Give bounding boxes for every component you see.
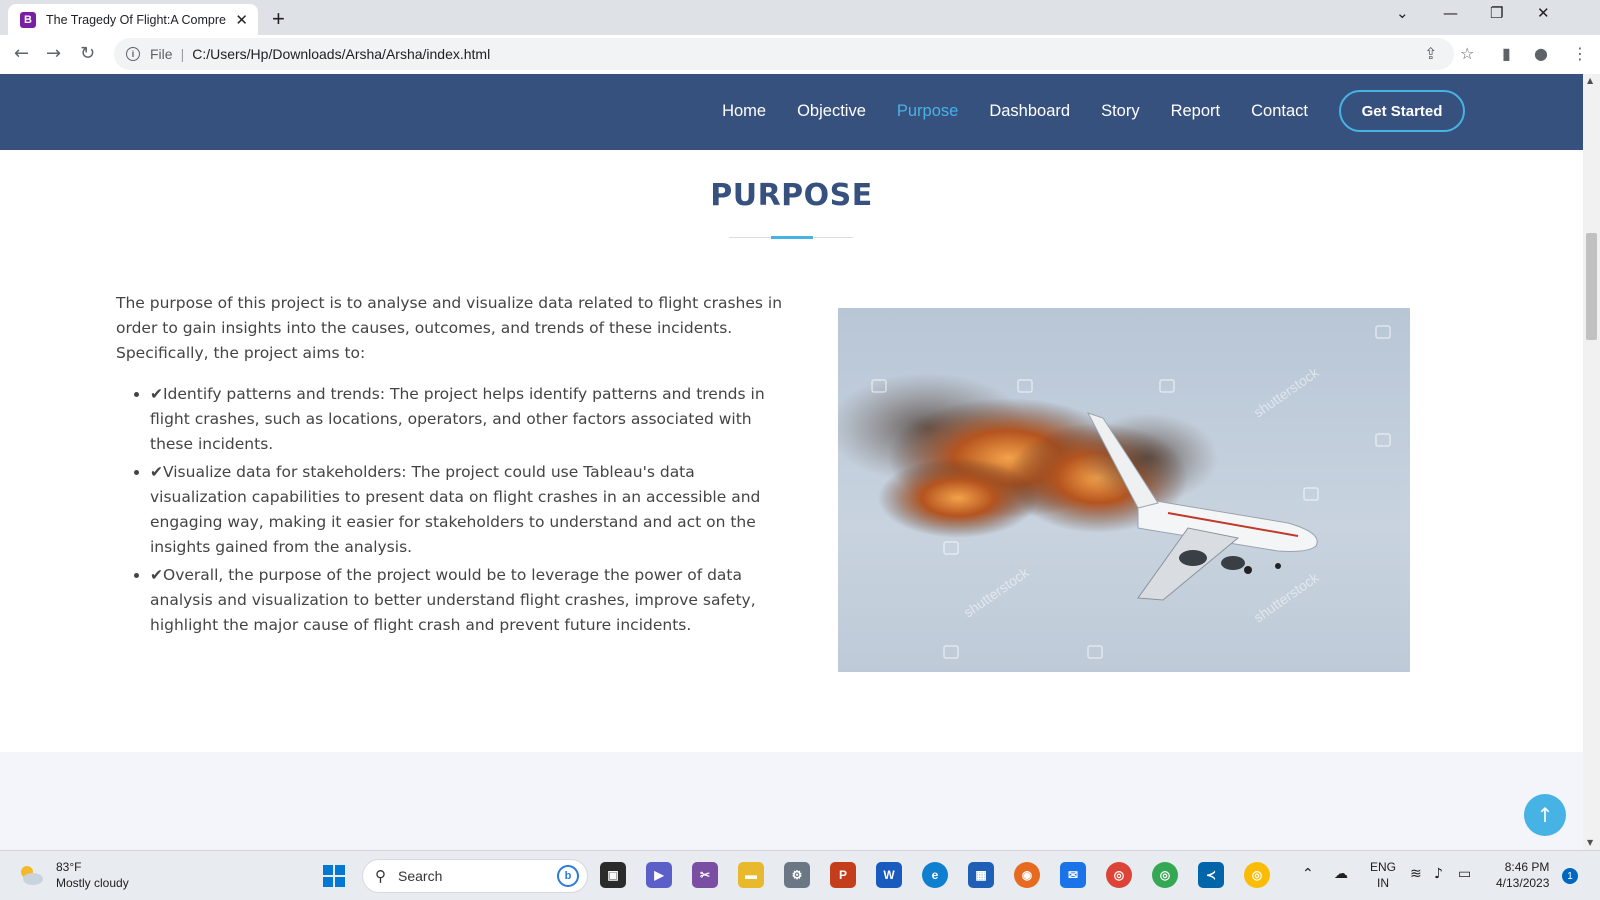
engine-shape: [1221, 556, 1245, 570]
nav-report[interactable]: Report: [1171, 102, 1221, 121]
more-menu-icon[interactable]: ⋮: [1572, 44, 1588, 63]
watermark-text: shutterstock: [961, 563, 1033, 620]
purpose-list-item: ✔Visualize data for stakeholders: The pr…: [150, 460, 786, 560]
section-title: PURPOSE: [710, 178, 873, 213]
powerpoint-icon[interactable]: P: [830, 862, 856, 888]
word-icon[interactable]: W: [876, 862, 902, 888]
back-icon[interactable]: ←: [14, 43, 29, 64]
purpose-list-item: ✔Identify patterns and trends: The proje…: [150, 382, 786, 457]
profile-avatar-icon[interactable]: ●: [1534, 44, 1548, 63]
nav-contact[interactable]: Contact: [1251, 102, 1308, 121]
share-icon[interactable]: ⇪: [1424, 44, 1437, 63]
chrome-icon[interactable]: ◎: [1106, 862, 1132, 888]
purpose-intro: The purpose of this project is to analys…: [116, 294, 783, 362]
teams-chat-icon[interactable]: ▶: [646, 862, 672, 888]
bootstrap-favicon-icon: B: [20, 11, 36, 28]
page-scrollbar[interactable]: ▲ ▼: [1583, 74, 1600, 850]
notification-badge[interactable]: 1: [1562, 868, 1578, 884]
taskbar-clock[interactable]: 8:46 PM 4/13/2023: [1496, 859, 1549, 891]
bookmark-star-icon[interactable]: ☆: [1460, 44, 1474, 63]
nav-dashboard[interactable]: Dashboard: [989, 102, 1070, 121]
url-scheme: File: [150, 46, 173, 62]
watermark-text: shutterstock: [1251, 363, 1323, 420]
vscode-icon[interactable]: ≺: [1198, 862, 1224, 888]
windows-taskbar: 83°F Mostly cloudy ⚲ Search b ▣ ▶ ✂ ▬ ⚙ …: [0, 850, 1600, 900]
nav-home[interactable]: Home: [722, 102, 766, 121]
language-indicator[interactable]: ENG IN: [1370, 859, 1396, 891]
clock-time: 8:46 PM: [1504, 860, 1550, 874]
purpose-list-item: ✔Overall, the purpose of the project wou…: [150, 563, 786, 638]
volume-icon[interactable]: ♪: [1434, 866, 1443, 882]
bing-icon[interactable]: b: [557, 865, 579, 887]
chrome-profile-icon[interactable]: ◎: [1152, 862, 1178, 888]
watermark-text: shutterstock: [1251, 568, 1323, 625]
weather-desc: Mostly cloudy: [56, 876, 129, 890]
url-text[interactable]: C:/Users/Hp/Downloads/Arsha/Arsha/index.…: [192, 46, 490, 62]
scroll-down-icon[interactable]: ▼: [1587, 838, 1593, 847]
tab-title: The Tragedy Of Flight:A Compreh: [46, 12, 226, 27]
battery-icon[interactable]: ▭: [1458, 866, 1471, 882]
onedrive-icon[interactable]: ☁: [1334, 866, 1348, 882]
tab-search-chevron-icon[interactable]: ⌄: [1396, 4, 1409, 22]
mail-icon[interactable]: ✉: [1060, 862, 1086, 888]
purpose-list: ✔Identify patterns and trends: The proje…: [116, 382, 786, 638]
snipping-tool-icon[interactable]: ✂: [692, 862, 718, 888]
burning-airplane-image: shutterstock shutterstock shutterstock: [838, 308, 1410, 672]
reload-icon[interactable]: ↻: [80, 43, 95, 64]
airplane-illustration: shutterstock shutterstock shutterstock: [838, 325, 1391, 659]
new-tab-button[interactable]: +: [272, 6, 285, 32]
nav-objective[interactable]: Objective: [797, 102, 866, 121]
taskbar-search[interactable]: ⚲ Search b: [362, 859, 588, 893]
get-started-button[interactable]: Get Started: [1339, 90, 1465, 132]
title-accent-bar: [771, 236, 813, 239]
address-bar[interactable]: i File | C:/Users/Hp/Downloads/Arsha/Ars…: [114, 38, 1454, 70]
settings-gear-icon[interactable]: ⚙: [784, 862, 810, 888]
lang-secondary: IN: [1377, 876, 1389, 890]
restore-icon[interactable]: ❐: [1490, 4, 1503, 22]
browser-toolbar: ← → ↻ i File | C:/Users/Hp/Downloads/Ars…: [0, 35, 1600, 74]
file-explorer-icon[interactable]: ▬: [738, 862, 764, 888]
back-to-top-button[interactable]: ↑: [1524, 794, 1566, 836]
search-icon: ⚲: [375, 868, 386, 885]
nav-purpose[interactable]: Purpose: [897, 102, 958, 121]
weather-temp: 83°F: [56, 860, 82, 874]
site-header: Home Objective Purpose Dashboard Story R…: [0, 74, 1583, 150]
gear-shape: [1244, 566, 1252, 574]
weather-widget[interactable]: 83°F Mostly cloudy: [18, 859, 129, 891]
forward-icon[interactable]: →: [46, 43, 61, 64]
minimize-icon[interactable]: —: [1443, 4, 1458, 22]
gear-shape: [1275, 563, 1281, 569]
next-section-band: [0, 752, 1583, 850]
task-view-icon[interactable]: ▣: [600, 862, 626, 888]
windows-start-icon[interactable]: [322, 864, 346, 888]
main-nav: Home Objective Purpose Dashboard Story R…: [691, 90, 1465, 132]
wifi-icon[interactable]: ≋: [1410, 866, 1422, 882]
scroll-up-icon[interactable]: ▲: [1587, 76, 1593, 85]
partly-cloudy-icon: [21, 866, 43, 885]
edge-icon[interactable]: e: [922, 862, 948, 888]
nav-story[interactable]: Story: [1101, 102, 1140, 121]
browser-tabstrip: B The Tragedy Of Flight:A Compreh ✕ + ⌄ …: [0, 0, 1600, 35]
scroll-thumb[interactable]: [1586, 233, 1597, 340]
url-separator: |: [180, 46, 185, 62]
search-placeholder: Search: [398, 868, 443, 884]
close-tab-icon[interactable]: ✕: [235, 11, 248, 29]
store-icon[interactable]: ▦: [968, 862, 994, 888]
fire-cloud: [878, 458, 1038, 538]
info-icon[interactable]: i: [126, 47, 140, 61]
tray-chevron-up-icon[interactable]: ⌃: [1302, 866, 1314, 882]
clock-date: 4/13/2023: [1496, 876, 1550, 890]
chrome-active-icon[interactable]: ◎: [1244, 862, 1270, 888]
lang-primary: ENG: [1370, 860, 1397, 874]
page-viewport: Home Objective Purpose Dashboard Story R…: [0, 74, 1600, 850]
purpose-content: The purpose of this project is to analys…: [116, 291, 786, 641]
side-panel-icon[interactable]: ▮: [1502, 44, 1511, 63]
browser-tab[interactable]: B The Tragedy Of Flight:A Compreh ✕: [8, 4, 258, 35]
engine-shape: [1179, 550, 1207, 566]
firefox-icon[interactable]: ◉: [1014, 862, 1040, 888]
close-window-icon[interactable]: ✕: [1537, 4, 1550, 22]
